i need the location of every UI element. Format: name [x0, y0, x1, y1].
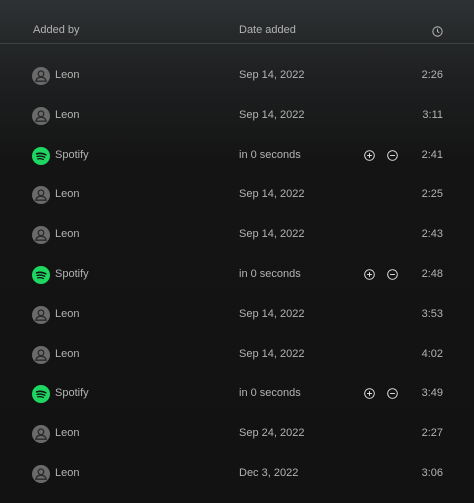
- added-by-name[interactable]: Leon: [55, 109, 79, 121]
- date-added: Sep 14, 2022: [239, 307, 305, 320]
- user-icon[interactable]: [32, 67, 50, 85]
- spotify-icon[interactable]: [32, 385, 50, 404]
- user-icon[interactable]: [32, 425, 50, 444]
- duration: 3:53: [421, 307, 443, 320]
- duration: 2:41: [421, 148, 443, 161]
- date-added: in 0 seconds: [239, 387, 301, 400]
- date-added: Sep 14, 2022: [239, 188, 305, 201]
- added-by-name[interactable]: Leon: [55, 69, 79, 81]
- date-added: in 0 seconds: [239, 268, 301, 280]
- table-row[interactable]: Spotify in 0 seconds 3:49: [0, 374, 474, 414]
- table-row[interactable]: Spotify in 0 seconds 2:48: [0, 255, 474, 295]
- added-by-name[interactable]: Leon: [55, 348, 79, 360]
- spotify-icon[interactable]: [32, 266, 50, 284]
- table-row[interactable]: Leon Sep 14, 2022 3:53: [0, 295, 474, 335]
- duration: 3:06: [421, 467, 443, 479]
- duration: 2:26: [421, 69, 443, 81]
- date-added: Sep 14, 2022: [239, 347, 305, 360]
- add-circle-icon[interactable]: [364, 269, 375, 280]
- table-header: Added by Date added: [0, 0, 474, 44]
- add-circle-icon[interactable]: [364, 149, 375, 161]
- table-row[interactable]: Leon Dec 3, 2022 3:06: [0, 454, 474, 494]
- user-icon[interactable]: [32, 186, 50, 205]
- duration: 2:27: [421, 427, 443, 440]
- duration: 3:49: [421, 387, 443, 400]
- date-added: Sep 14, 2022: [239, 228, 305, 241]
- duration: 4:02: [421, 347, 443, 360]
- remove-circle-icon[interactable]: [387, 388, 398, 400]
- duration: 2:43: [421, 228, 443, 241]
- table-row[interactable]: Leon Sep 14, 2022 2:26: [0, 56, 474, 96]
- duration: 2:48: [421, 268, 443, 280]
- clock-icon[interactable]: [432, 26, 443, 37]
- added-by-name[interactable]: Spotify: [55, 268, 89, 280]
- added-by-name[interactable]: Spotify: [55, 149, 89, 161]
- added-by-name[interactable]: Leon: [55, 308, 79, 320]
- duration: 2:25: [421, 188, 443, 201]
- remove-circle-icon[interactable]: [387, 149, 398, 161]
- user-icon[interactable]: [32, 106, 50, 125]
- table-row[interactable]: Leon Sep 14, 2022 2:43: [0, 215, 474, 255]
- date-added: Sep 14, 2022: [239, 108, 305, 121]
- added-by-name[interactable]: Spotify: [55, 387, 89, 399]
- added-by-name[interactable]: Leon: [55, 188, 79, 200]
- user-icon[interactable]: [32, 465, 50, 483]
- user-icon[interactable]: [32, 305, 50, 324]
- table-row[interactable]: Leon Sep 14, 2022 3:11: [0, 96, 474, 136]
- duration: 3:11: [422, 108, 443, 121]
- table-row[interactable]: Leon Sep 14, 2022 4:02: [0, 335, 474, 375]
- date-added: Sep 24, 2022: [239, 427, 305, 440]
- date-added: Sep 14, 2022: [239, 69, 305, 81]
- date-added: in 0 seconds: [239, 148, 301, 161]
- added-by-name[interactable]: Leon: [55, 467, 79, 479]
- table-row[interactable]: Leon Sep 24, 2022 2:27: [0, 414, 474, 454]
- add-circle-icon[interactable]: [364, 388, 375, 400]
- column-header-added-by[interactable]: Added by: [33, 24, 79, 36]
- remove-circle-icon[interactable]: [387, 269, 398, 280]
- user-icon[interactable]: [32, 226, 50, 245]
- spotify-icon[interactable]: [32, 146, 50, 165]
- user-icon[interactable]: [32, 345, 50, 364]
- date-added: Dec 3, 2022: [239, 467, 299, 479]
- added-by-name[interactable]: Leon: [55, 228, 79, 240]
- table-row[interactable]: Spotify in 0 seconds 2:41: [0, 136, 474, 176]
- added-by-name[interactable]: Leon: [55, 427, 79, 439]
- column-header-date-added[interactable]: Date added: [239, 24, 296, 36]
- table-row[interactable]: Leon Sep 14, 2022 2:25: [0, 175, 474, 215]
